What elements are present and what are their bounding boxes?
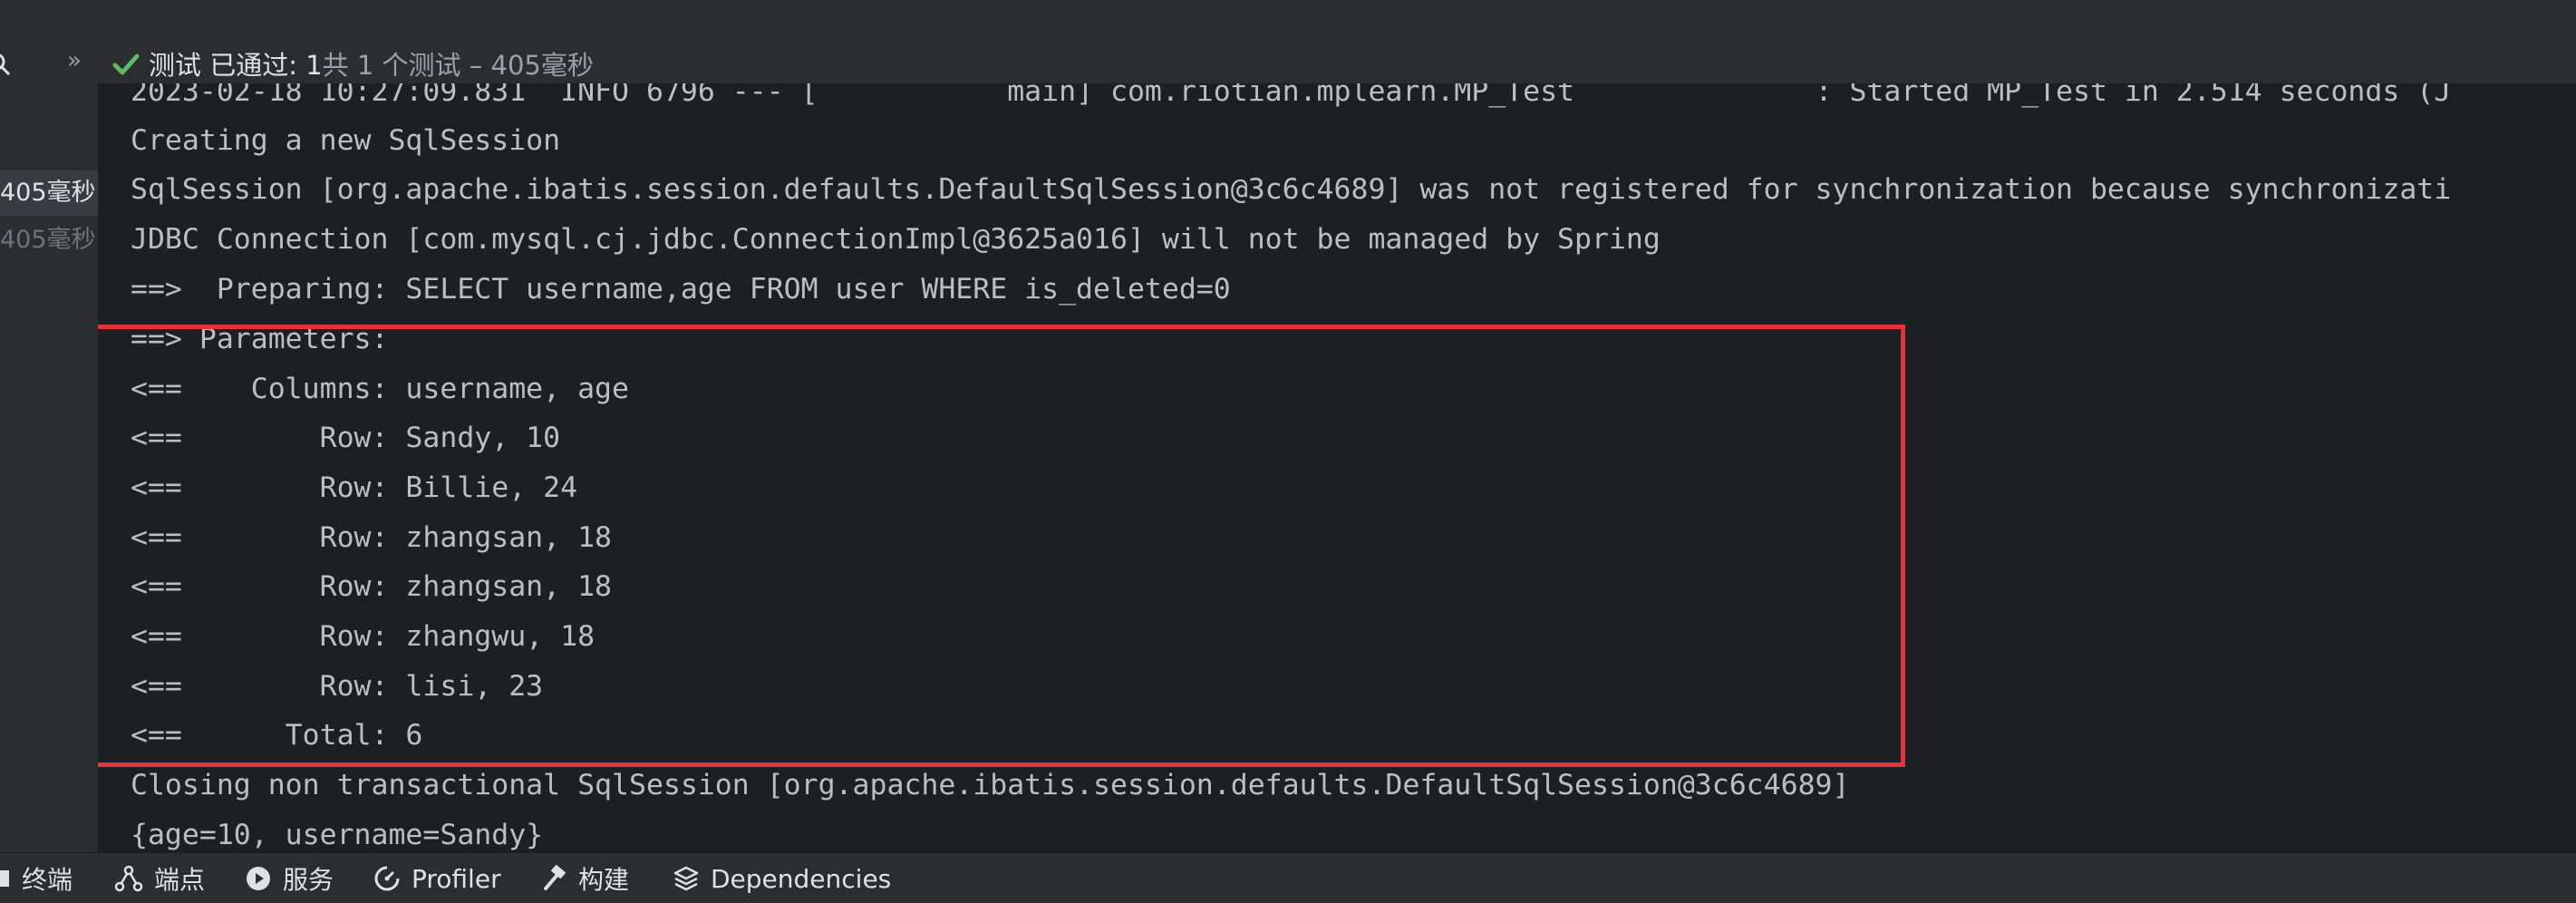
test-status-bar: » 测试 已通过: 1共 1 个测试 – 405毫秒 — [0, 18, 2576, 84]
build-hammer-icon — [544, 865, 566, 890]
terminal-icon — [0, 870, 9, 887]
tool-services[interactable]: 服务 — [245, 853, 334, 903]
tool-dependencies-label: Dependencies — [711, 863, 892, 894]
test-passed-check-icon — [112, 53, 140, 75]
test-status-text: 测试 已通过: 1共 1 个测试 – 405毫秒 — [149, 47, 594, 83]
sql-preparing-line: ==> Preparing: SELECT username,age FROM … — [131, 273, 1231, 306]
console-line: 2023-02-18 10:27:09.831 INFO 6796 --- [ … — [131, 83, 2452, 108]
console-line: Creating a new SqlSession — [131, 124, 561, 157]
services-icon — [247, 867, 270, 890]
tool-terminal[interactable]: 终端 — [0, 853, 73, 903]
tool-endpoints[interactable]: 端点 — [114, 853, 205, 903]
tool-dependencies[interactable]: Dependencies — [673, 853, 891, 903]
tool-build-label: 构建 — [578, 865, 630, 895]
red-highlight-box — [98, 325, 1905, 767]
search-icon[interactable] — [0, 53, 11, 76]
tests-passed-label: 测试 已通过: 1 — [149, 50, 323, 81]
tool-endpoints-label: 端点 — [154, 865, 206, 895]
tool-profiler-label: Profiler — [412, 863, 501, 894]
tool-window-bar: 终端 端点 服务 Profiler 构建 Dependencies — [0, 852, 2576, 903]
more-chevron-icon[interactable]: » — [67, 47, 82, 74]
console-line: {age=10, username=Sandy} — [131, 819, 544, 851]
console-output[interactable]: 2023-02-18 10:27:09.831 INFO 6796 --- [ … — [98, 83, 2576, 852]
profiler-icon — [374, 866, 400, 891]
ide-test-run-window: » 测试 已通过: 1共 1 个测试 – 405毫秒 405毫秒 405毫秒 2… — [0, 0, 2576, 903]
test-tree-item[interactable]: 405毫秒 — [0, 218, 98, 263]
console-line: Closing non transactional SqlSession [or… — [131, 769, 1850, 801]
console-line: SqlSession [org.apache.ibatis.session.de… — [131, 173, 2452, 206]
dependencies-layers-icon — [673, 866, 699, 891]
tool-profiler[interactable]: Profiler — [373, 853, 501, 903]
test-tree-panel: 405毫秒 405毫秒 — [0, 83, 98, 852]
console-line: JDBC Connection [com.mysql.cj.jdbc.Conne… — [131, 223, 1661, 256]
endpoints-icon — [114, 865, 143, 892]
tool-services-label: 服务 — [283, 865, 334, 895]
top-strip — [0, 0, 2576, 18]
tool-terminal-label: 终端 — [22, 865, 73, 895]
test-tree-item-selected[interactable]: 405毫秒 — [0, 170, 98, 216]
tests-summary: 共 1 个测试 – 405毫秒 — [322, 50, 594, 81]
tool-build[interactable]: 构建 — [540, 853, 629, 903]
